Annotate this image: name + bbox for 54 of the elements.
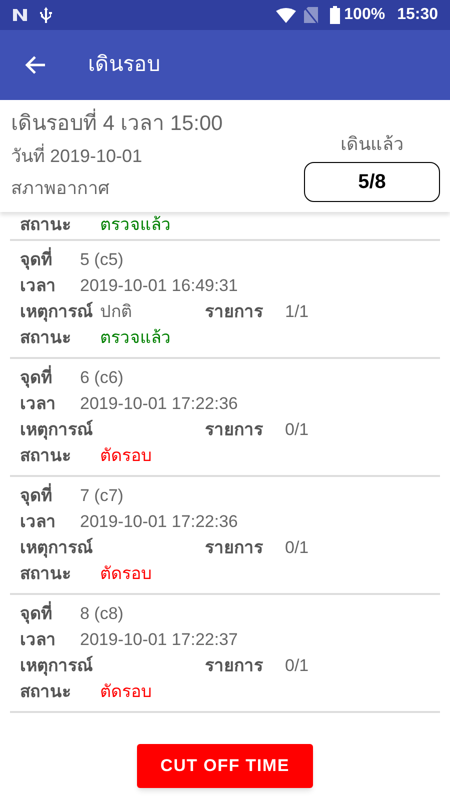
weather-label: สภาพอากาศ	[11, 177, 110, 200]
round-date: วันที่ 2019-10-01	[11, 142, 303, 170]
field-label: สถานะ	[20, 681, 72, 703]
time-value: 2019-10-01 17:22:36	[80, 393, 238, 415]
field-label: สถานะ	[20, 327, 72, 349]
walked-count: 5/8	[304, 162, 440, 202]
round-title: เดินรอบที่ 4 เวลา 15:00	[11, 110, 303, 138]
time-value: 2019-10-01 17:22:36	[80, 511, 238, 533]
field-label: สถานะ	[20, 563, 72, 585]
no-sim-icon	[304, 7, 318, 23]
items-value: 0/1	[285, 537, 309, 559]
field-label: เหตุการณ์	[20, 536, 94, 560]
screen-title: เดินรอบ	[88, 52, 160, 78]
field-label: สถานะ	[20, 445, 72, 467]
walked-label: เดินแล้ว	[340, 133, 404, 156]
time-value: 2019-10-01 17:22:37	[80, 629, 238, 651]
field-label: เหตุการณ์	[20, 418, 94, 442]
back-arrow-icon	[24, 55, 46, 75]
field-label: รายการ	[205, 537, 264, 559]
field-label: เหตุการณ์	[20, 300, 94, 324]
cut-off-time-button[interactable]: CUT OFF TIME	[137, 744, 313, 788]
status-value: ตัดรอบ	[100, 563, 152, 585]
field-label: สถานะ	[20, 214, 72, 236]
point-value: 6 (c6)	[80, 367, 124, 389]
status-value: ตัดรอบ	[100, 445, 152, 467]
field-label: เวลา	[20, 275, 57, 297]
field-label: เวลา	[20, 393, 57, 415]
items-value: 0/1	[285, 655, 309, 677]
event-value: ปกติ	[100, 301, 133, 323]
clock: 15:30	[397, 5, 438, 25]
point-value: 8 (c8)	[80, 603, 124, 625]
usb-icon	[40, 7, 52, 23]
time-value: 2019-10-01 16:49:31	[80, 275, 238, 297]
status-value: ตัดรอบ	[100, 681, 152, 703]
field-label: จุดที่	[20, 247, 80, 273]
battery-percent: 100%	[344, 5, 386, 25]
field-label: เวลา	[20, 629, 57, 651]
field-label: จุดที่	[20, 483, 80, 509]
notification-icon	[12, 8, 28, 22]
field-label: รายการ	[205, 419, 264, 441]
status-value: ตรวจแล้ว	[100, 214, 171, 236]
items-value: 1/1	[285, 301, 309, 323]
field-label: รายการ	[205, 301, 264, 323]
point-value: 7 (c7)	[80, 485, 124, 507]
battery-icon	[330, 6, 340, 24]
status-value: ตรวจแล้ว	[100, 327, 171, 349]
field-label: เวลา	[20, 511, 57, 533]
field-label: รายการ	[205, 655, 264, 677]
field-label: จุดที่	[20, 601, 80, 627]
field-label: จุดที่	[20, 365, 80, 391]
field-label: เหตุการณ์	[20, 654, 94, 678]
items-value: 0/1	[285, 419, 309, 441]
point-value: 5 (c5)	[80, 249, 124, 271]
wifi-icon	[276, 8, 296, 22]
